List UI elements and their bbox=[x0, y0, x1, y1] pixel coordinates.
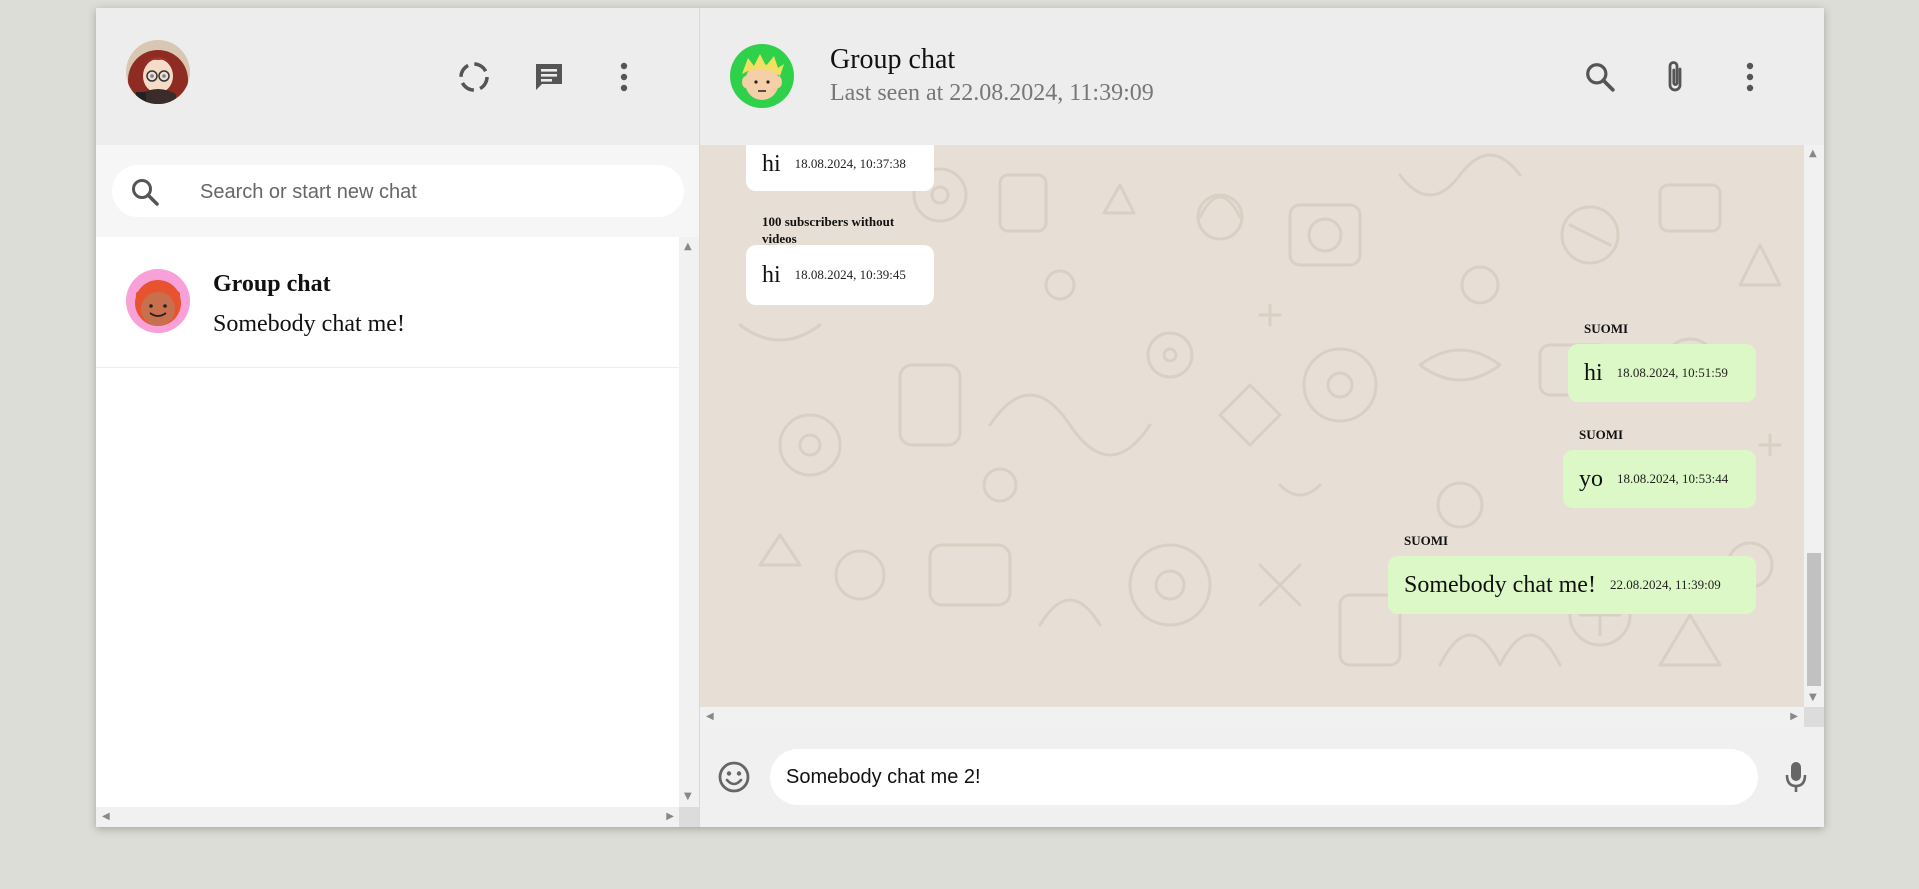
paperclip-icon bbox=[1668, 61, 1682, 92]
app-window: Group chat Somebody chat me! ▲ ▼ ◀ ▶ bbox=[96, 8, 1824, 827]
status-ring-icon bbox=[459, 62, 489, 92]
search-icon bbox=[132, 179, 159, 206]
kebab-menu-icon bbox=[1746, 62, 1754, 92]
scroll-left-arrow-icon[interactable]: ◀ bbox=[102, 812, 110, 822]
outgoing-message[interactable]: Somebody chat me! 22.08.2024, 11:39:09 bbox=[1388, 556, 1756, 614]
sidebar-vertical-scrollbar[interactable]: ▲ ▼ bbox=[679, 237, 699, 807]
new-chat-button[interactable] bbox=[529, 57, 569, 97]
sidebar-horizontal-scrollbar[interactable]: ◀ ▶ bbox=[96, 807, 680, 827]
emoji-icon bbox=[718, 761, 750, 793]
contact-avatar[interactable] bbox=[730, 44, 794, 108]
scroll-down-arrow-icon[interactable]: ▼ bbox=[1809, 693, 1817, 703]
last-seen-status: Last seen at 22.08.2024, 11:39:09 bbox=[830, 80, 1154, 106]
outgoing-message[interactable]: yo 18.08.2024, 10:53:44 bbox=[1563, 450, 1756, 508]
scroll-right-arrow-icon[interactable]: ▶ bbox=[1790, 712, 1798, 722]
scrollbar-corner bbox=[1804, 707, 1824, 727]
message-sender: 100 subscribers without videos bbox=[762, 214, 895, 246]
scrollbar-corner bbox=[679, 807, 699, 827]
search-bar bbox=[96, 145, 699, 237]
sidebar: Group chat Somebody chat me! ▲ ▼ ◀ ▶ bbox=[96, 8, 700, 827]
scroll-up-arrow-icon[interactable]: ▲ bbox=[684, 242, 692, 252]
my-avatar[interactable] bbox=[126, 40, 190, 104]
message-text: hi bbox=[762, 150, 781, 177]
scroll-left-arrow-icon[interactable]: ◀ bbox=[706, 712, 714, 722]
chat-name: Group chat bbox=[213, 271, 331, 297]
scroll-down-arrow-icon[interactable]: ▼ bbox=[684, 792, 692, 802]
microphone-icon bbox=[1785, 762, 1807, 792]
message-sender: SUOMI bbox=[1404, 533, 1449, 548]
incoming-message[interactable]: hi 18.08.2024, 10:37:38 bbox=[746, 145, 934, 191]
message-text: hi bbox=[1584, 359, 1603, 386]
chat-last-message: Somebody chat me! bbox=[213, 311, 405, 337]
message-time: 22.08.2024, 11:39:09 bbox=[1609, 577, 1721, 592]
incoming-message[interactable]: hi 18.08.2024, 10:39:45 bbox=[746, 245, 934, 305]
outgoing-message[interactable]: hi 18.08.2024, 10:51:59 bbox=[1568, 344, 1756, 402]
search-icon bbox=[1586, 63, 1615, 92]
message-time: 18.08.2024, 10:39:45 bbox=[794, 267, 906, 282]
chat-title: Group chat bbox=[830, 44, 956, 75]
sidebar-menu-button[interactable] bbox=[604, 57, 644, 97]
kebab-menu-icon bbox=[620, 62, 628, 92]
sidebar-header bbox=[96, 8, 699, 145]
messages-vertical-scrollbar[interactable]: ▲ ▼ bbox=[1804, 145, 1824, 707]
chat-bubble-icon bbox=[536, 64, 562, 90]
message-input[interactable] bbox=[770, 749, 1758, 805]
emoji-button[interactable] bbox=[714, 757, 754, 797]
microphone-button[interactable] bbox=[1776, 757, 1816, 797]
chat-list: Group chat Somebody chat me! bbox=[96, 237, 680, 807]
message-time: 18.08.2024, 10:53:44 bbox=[1617, 471, 1729, 486]
message-sender: SUOMI bbox=[1584, 321, 1629, 336]
message-sender: SUOMI bbox=[1579, 427, 1624, 442]
message-text: hi bbox=[762, 261, 781, 288]
scrollbar-thumb[interactable] bbox=[1807, 553, 1821, 686]
chat-avatar bbox=[126, 269, 190, 333]
messages-horizontal-scrollbar[interactable]: ◀ ▶ bbox=[700, 707, 1804, 727]
composer-bar bbox=[700, 727, 1824, 827]
message-text: Somebody chat me! bbox=[1404, 571, 1596, 598]
scroll-right-arrow-icon[interactable]: ▶ bbox=[666, 812, 674, 822]
message-time: 18.08.2024, 10:37:38 bbox=[794, 156, 906, 171]
search-input[interactable] bbox=[198, 165, 662, 219]
search-box bbox=[112, 165, 684, 219]
chat-header: Group chat Last seen at 22.08.2024, 11:3… bbox=[700, 8, 1824, 145]
chat-menu-button[interactable] bbox=[1730, 57, 1770, 97]
chat-search-button[interactable] bbox=[1580, 57, 1620, 97]
status-button[interactable] bbox=[454, 57, 494, 97]
chat-panel: Group chat Last seen at 22.08.2024, 11:3… bbox=[700, 8, 1824, 827]
message-text: yo bbox=[1579, 465, 1603, 492]
message-time: 18.08.2024, 10:51:59 bbox=[1616, 365, 1728, 380]
attach-button[interactable] bbox=[1655, 57, 1695, 97]
message-area: hi 18.08.2024, 10:37:38 100 subscribers … bbox=[700, 145, 1804, 707]
scroll-up-arrow-icon[interactable]: ▲ bbox=[1809, 149, 1817, 159]
chat-list-item[interactable]: Group chat Somebody chat me! bbox=[96, 237, 680, 368]
